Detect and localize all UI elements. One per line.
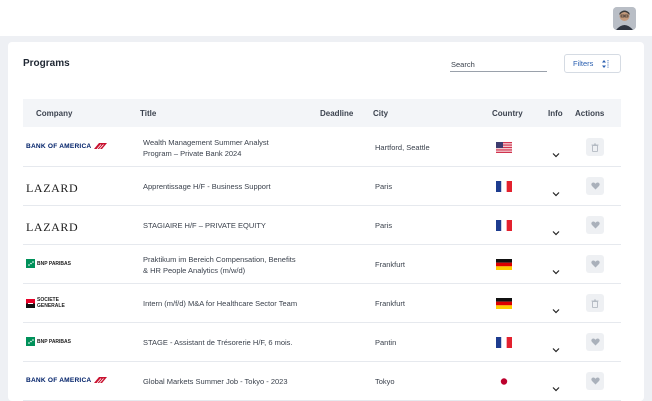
france-flag-icon — [496, 337, 512, 348]
city: Hartford, Seattle — [375, 143, 430, 152]
delete-button[interactable] — [586, 294, 604, 312]
info-toggle[interactable] — [552, 262, 560, 275]
city: Frankfurt — [375, 299, 406, 308]
info-toggle[interactable] — [552, 223, 560, 236]
us-flag-icon — [496, 142, 512, 153]
table-row[interactable] — [23, 167, 621, 206]
country-flag — [496, 259, 512, 270]
company-logo: BANK OF AMERICA — [26, 142, 108, 150]
country-flag — [496, 298, 512, 309]
favorite-button[interactable] — [586, 372, 604, 390]
city: Tokyo — [375, 377, 395, 386]
program-title[interactable]: Global Markets Summer Job - Tokyo - 2023 — [143, 376, 288, 387]
column-header-country[interactable]: Country — [492, 109, 523, 118]
company-logo: LAZARD — [26, 218, 78, 236]
france-flag-icon — [496, 220, 512, 231]
heart-icon — [590, 221, 600, 229]
company-name: LAZARD — [26, 220, 79, 234]
info-toggle[interactable] — [552, 379, 560, 392]
bnp-stars-icon — [26, 259, 35, 268]
chevron-down-icon — [552, 387, 560, 392]
search-input[interactable] — [450, 57, 547, 72]
company-logo: BNP PARIBAS — [26, 259, 71, 268]
table-row[interactable] — [23, 284, 621, 323]
country-flag — [496, 142, 512, 153]
company-logo: BANK OF AMERICA — [26, 376, 108, 384]
germany-flag-icon — [496, 298, 512, 309]
favorite-button[interactable] — [586, 216, 604, 234]
chevron-down-icon — [552, 270, 560, 275]
column-header-actions: Actions — [575, 109, 605, 118]
heart-icon — [590, 377, 600, 385]
country-flag — [496, 376, 512, 387]
trash-icon — [591, 299, 599, 308]
sg-square-icon — [26, 299, 35, 308]
country-flag — [496, 181, 512, 192]
program-title[interactable]: Apprentissage H/F - Business Support — [143, 181, 271, 192]
city: Frankfurt — [375, 260, 406, 269]
heart-icon — [590, 260, 600, 268]
program-title[interactable]: Wealth Management Summer Analyst — [143, 137, 269, 148]
column-header-city[interactable]: City — [373, 109, 388, 118]
sort-arrows-icon — [602, 60, 609, 68]
favorite-button[interactable] — [586, 177, 604, 195]
avatar-image — [613, 7, 636, 30]
city: Pantin — [375, 338, 397, 347]
user-avatar[interactable] — [613, 7, 636, 30]
info-toggle[interactable] — [552, 340, 560, 353]
boa-flag-icon — [94, 377, 108, 384]
chevron-down-icon — [552, 153, 560, 158]
info-toggle[interactable] — [552, 301, 560, 314]
program-title[interactable]: STAGIAIRE H/F – PRIVATE EQUITY — [143, 220, 266, 231]
table-row[interactable] — [23, 362, 621, 401]
filters-button[interactable]: Filters — [564, 54, 621, 73]
heart-icon — [590, 338, 600, 346]
favorite-button[interactable] — [586, 333, 604, 351]
info-toggle[interactable] — [552, 145, 560, 158]
france-flag-icon — [496, 181, 512, 192]
company-name: LAZARD — [26, 181, 79, 195]
company-name: BNP PARIBAS — [37, 260, 71, 267]
column-header-company[interactable]: Company — [36, 109, 72, 118]
company-logo: LAZARD — [26, 179, 78, 197]
company-logo: SOCIETE GENERALE — [26, 297, 65, 309]
program-title-line2[interactable]: Program – Private Bank 2024 — [143, 148, 241, 159]
top-bar — [0, 0, 652, 36]
trash-icon — [591, 143, 599, 152]
filters-label: Filters — [573, 59, 594, 68]
delete-button[interactable] — [586, 138, 604, 156]
company-logo: BNP PARIBAS — [26, 337, 71, 346]
heart-icon — [590, 182, 600, 190]
column-header-deadline[interactable]: Deadline — [320, 109, 353, 118]
japan-flag-icon — [496, 376, 512, 387]
program-title-line2[interactable]: & HR People Analytics (m/w/d) — [143, 265, 245, 276]
chevron-down-icon — [552, 192, 560, 197]
germany-flag-icon — [496, 259, 512, 270]
program-title[interactable]: Intern (m/f/d) M&A for Healthcare Sector… — [143, 298, 297, 309]
company-name: BNP PARIBAS — [37, 338, 71, 345]
country-flag — [496, 220, 512, 231]
company-name: SOCIETE GENERALE — [37, 297, 65, 309]
favorite-button[interactable] — [586, 255, 604, 273]
company-name: BANK OF AMERICA — [26, 142, 92, 150]
table-row[interactable] — [23, 323, 621, 362]
program-title[interactable]: Praktikum im Bereich Compensation, Benef… — [143, 254, 296, 265]
column-header-title[interactable]: Title — [140, 109, 156, 118]
program-title[interactable]: STAGE - Assistant de Trésorerie H/F, 6 m… — [143, 337, 293, 348]
table-row[interactable] — [23, 128, 621, 167]
table-row[interactable] — [23, 245, 621, 284]
page-title: Programs — [23, 58, 70, 69]
country-flag — [496, 337, 512, 348]
company-name: BANK OF AMERICA — [26, 376, 92, 384]
chevron-down-icon — [552, 231, 560, 236]
chevron-down-icon — [552, 309, 560, 314]
table-row[interactable] — [23, 206, 621, 245]
chevron-down-icon — [552, 348, 560, 353]
info-toggle[interactable] — [552, 184, 560, 197]
column-header-info: Info — [548, 109, 563, 118]
city: Paris — [375, 182, 393, 191]
city: Paris — [375, 221, 393, 230]
boa-flag-icon — [94, 143, 108, 150]
bnp-stars-icon — [26, 337, 35, 346]
